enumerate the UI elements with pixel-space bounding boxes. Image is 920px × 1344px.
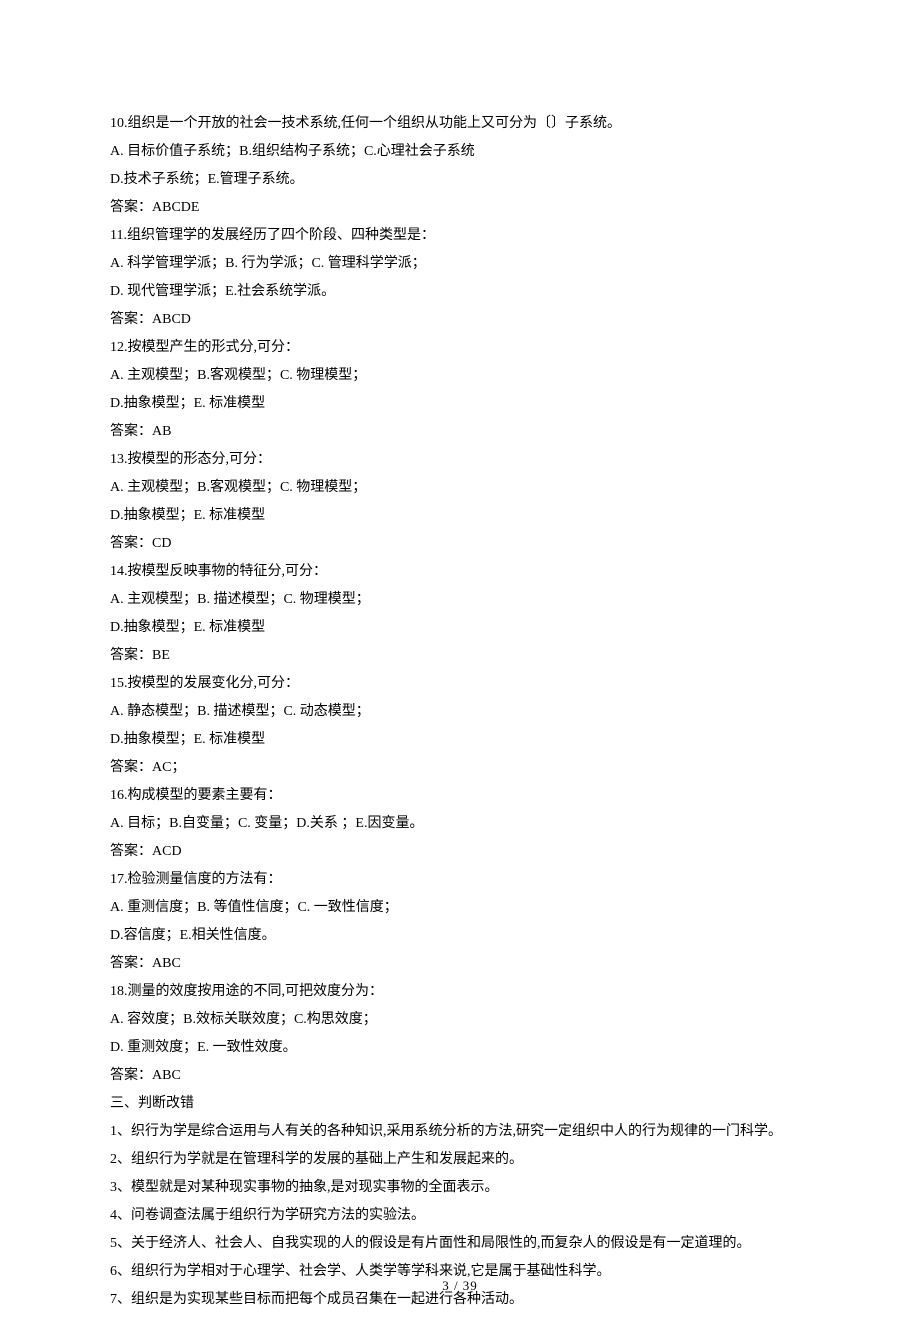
- document-body: 10.组织是一个开放的社会一技术系统,任何一个组织从功能上又可分为〔〕子系统。A…: [110, 110, 810, 1314]
- text-line: 3、模型就是对某种现实事物的抽象,是对现实事物的全面表示。: [110, 1174, 810, 1202]
- text-line: 答案：ABCDE: [110, 194, 810, 222]
- text-line: 2、组织行为学就是在管理科学的发展的基础上产生和发展起来的。: [110, 1146, 810, 1174]
- text-line: 1、织行为学是综合运用与人有关的各种知识,采用系统分析的方法,研究一定组织中人的…: [110, 1118, 810, 1146]
- text-line: 三、判断改错: [110, 1090, 810, 1118]
- text-line: A. 容效度；B.效标关联效度；C.构思效度；: [110, 1006, 810, 1034]
- document-page: 10.组织是一个开放的社会一技术系统,任何一个组织从功能上又可分为〔〕子系统。A…: [0, 0, 920, 1344]
- text-line: 答案：ABC: [110, 950, 810, 978]
- text-line: A. 主观模型；B.客观模型；C. 物理模型；: [110, 474, 810, 502]
- text-line: A. 目标；B.自变量；C. 变量；D.关系 ；E.因变量。: [110, 810, 810, 838]
- text-line: 13.按模型的形态分,可分：: [110, 446, 810, 474]
- text-line: 14.按模型反映事物的特征分,可分：: [110, 558, 810, 586]
- text-line: 12.按模型产生的形式分,可分：: [110, 334, 810, 362]
- text-line: A. 主观模型；B. 描述模型；C. 物理模型；: [110, 586, 810, 614]
- text-line: A. 静态模型；B. 描述模型；C. 动态模型；: [110, 698, 810, 726]
- text-line: 答案：CD: [110, 530, 810, 558]
- page-number: 3 / 39: [0, 1273, 920, 1299]
- text-line: 10.组织是一个开放的社会一技术系统,任何一个组织从功能上又可分为〔〕子系统。: [110, 110, 810, 138]
- text-line: 答案：ABC: [110, 1062, 810, 1090]
- text-line: D. 现代管理学派；E.社会系统学派。: [110, 278, 810, 306]
- text-line: D.抽象模型；E. 标准模型: [110, 726, 810, 754]
- text-line: 4、问卷调查法属于组织行为学研究方法的实验法。: [110, 1202, 810, 1230]
- text-line: A. 重测信度；B. 等值性信度；C. 一致性信度；: [110, 894, 810, 922]
- text-line: 16.构成模型的要素主要有：: [110, 782, 810, 810]
- text-line: 11.组织管理学的发展经历了四个阶段、四种类型是：: [110, 222, 810, 250]
- text-line: D.抽象模型；E. 标准模型: [110, 614, 810, 642]
- text-line: 答案：AC；: [110, 754, 810, 782]
- text-line: 答案：ABCD: [110, 306, 810, 334]
- text-line: D.技术子系统；E.管理子系统。: [110, 166, 810, 194]
- text-line: 答案：BE: [110, 642, 810, 670]
- text-line: D.抽象模型；E. 标准模型: [110, 390, 810, 418]
- text-line: 18.测量的效度按用途的不同,可把效度分为：: [110, 978, 810, 1006]
- text-line: D.抽象模型；E. 标准模型: [110, 502, 810, 530]
- text-line: 17.检验测量信度的方法有：: [110, 866, 810, 894]
- text-line: 15.按模型的发展变化分,可分：: [110, 670, 810, 698]
- text-line: A. 主观模型；B.客观模型；C. 物理模型；: [110, 362, 810, 390]
- text-line: A. 科学管理学派；B. 行为学派；C. 管理科学学派；: [110, 250, 810, 278]
- text-line: 答案：ACD: [110, 838, 810, 866]
- text-line: D. 重测效度；E. 一致性效度。: [110, 1034, 810, 1062]
- text-line: A. 目标价值子系统；B.组织结构子系统；C.心理社会子系统: [110, 138, 810, 166]
- text-line: D.容信度；E.相关性信度。: [110, 922, 810, 950]
- text-line: 5、关于经济人、社会人、自我实现的人的假设是有片面性和局限性的,而复杂人的假设是…: [110, 1230, 810, 1258]
- text-line: 答案：AB: [110, 418, 810, 446]
